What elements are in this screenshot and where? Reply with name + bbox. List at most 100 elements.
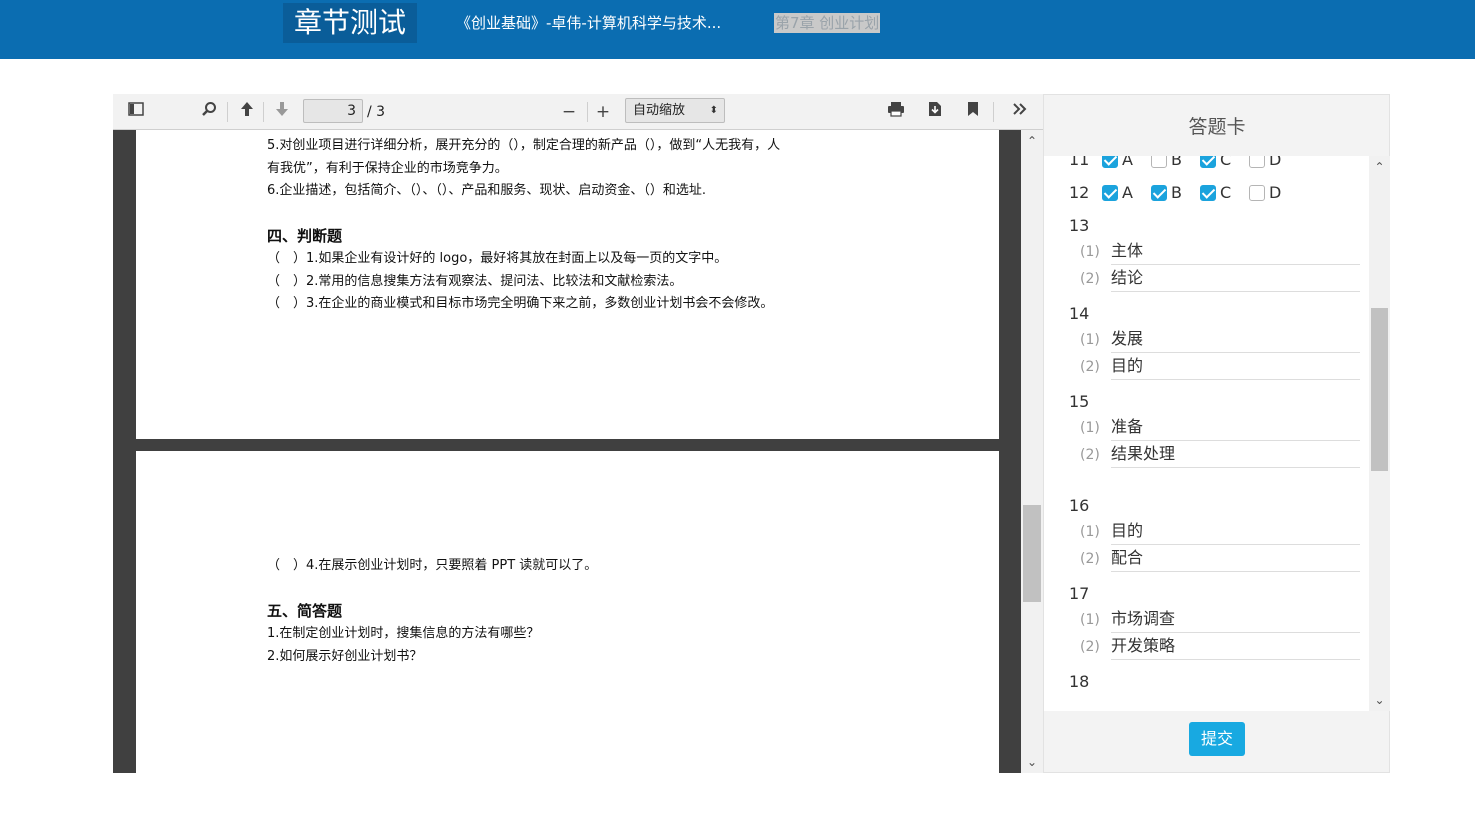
answer-card-title: 答题卡: [1188, 116, 1246, 138]
search-icon[interactable]: [197, 100, 221, 124]
checkbox-icon[interactable]: [1249, 185, 1265, 201]
option-label: C: [1220, 156, 1232, 169]
blank-index: (1): [1080, 612, 1100, 628]
pdf-text-line: （ ）3.在企业的商业模式和目标市场完全明确下来之前，多数创业计划书会不会修改。: [267, 296, 774, 311]
option-label: D: [1269, 156, 1282, 169]
pdf-text-line: （ ）2.常用的信息搜集方法有观察法、提问法、比较法和文献检索法。: [267, 274, 683, 289]
pdf-scrollbar[interactable]: ⌃ ⌄: [1021, 130, 1043, 773]
question-number: 17: [1069, 584, 1090, 603]
double-chevron-icon[interactable]: [1008, 100, 1032, 124]
top-header: 章节测试 《创业基础》-卓伟-计算机科学与技术... 第7章 创业计划: [0, 0, 1475, 59]
pdf-text-line: 5.对创业项目进行详细分析，展开充分的（），制定合理的新产品（），做到“人无我有…: [267, 138, 781, 153]
pdf-text-line: 2.如何展示好创业计划书？: [267, 649, 423, 664]
blank-answer-row: (2) 开发策略: [1080, 634, 1360, 661]
checkbox-checked-icon[interactable]: [1200, 156, 1216, 168]
option-label: B: [1171, 156, 1182, 169]
blank-answer-input[interactable]: 目的: [1111, 355, 1360, 380]
blank-answer-input[interactable]: 配合: [1111, 547, 1360, 572]
pdf-text-line: （ ）4.在展示创业计划时，只要照着 PPT 读就可以了。: [267, 558, 598, 573]
checkbox-checked-icon[interactable]: [1102, 156, 1118, 168]
pdf-text-line: 有我优”，有利于保持企业的市场竞争力。: [267, 161, 508, 176]
blank-answer-input[interactable]: 开发策略: [1111, 635, 1360, 660]
blank-answer-row: (1) 主体: [1080, 239, 1360, 266]
blank-index: (1): [1080, 332, 1100, 348]
blank-index: (2): [1080, 639, 1100, 655]
pdf-section-heading: 五、简答题: [267, 602, 343, 620]
option-label: A: [1122, 156, 1133, 169]
blank-answer-row: (2) 结论: [1080, 266, 1360, 293]
blank-answer-row: (1) 目的: [1080, 519, 1360, 546]
chevron-down-icon[interactable]: ⌄: [1369, 691, 1390, 709]
chevron-up-icon[interactable]: ⌃: [1021, 132, 1043, 150]
select-arrows-icon: ⬍: [709, 105, 718, 116]
course-title: 《创业基础》-卓伟-计算机科学与技术...: [456, 14, 722, 32]
answer-card-scrollbar[interactable]: ⌃ ⌄: [1369, 156, 1390, 711]
download-icon[interactable]: [923, 100, 947, 124]
option-label: B: [1171, 183, 1182, 202]
question-number: 16: [1069, 496, 1090, 515]
blank-answer-row: (1) 发展: [1080, 327, 1360, 354]
blank-index: (1): [1080, 420, 1100, 436]
page-title: 章节测试: [283, 3, 418, 43]
blank-answer-row: (1) 准备: [1080, 415, 1360, 442]
toolbar-separator: [993, 102, 994, 122]
page-count: / 3: [367, 104, 386, 120]
answer-card-body[interactable]: ⌃ ⌄ 11 A B C D 12 A B C D 13 (1) 主体 (2) 结论 14 (1) 发展 (2) 目的…: [1044, 156, 1390, 711]
pdf-pages[interactable]: 5.对创业项目进行详细分析，展开充分的（），制定合理的新产品（），做到“人无我有…: [113, 130, 1021, 773]
checkbox-checked-icon[interactable]: [1200, 185, 1216, 201]
pdf-viewer: 3 / 3 − + 自动缩放 ⬍ 5.对创业项目进行详细分析，展开充分的（），制…: [113, 94, 1043, 773]
pdf-toolbar: 3 / 3 − + 自动缩放 ⬍: [113, 94, 1043, 130]
option-label: D: [1269, 183, 1282, 202]
chapter-title: 第7章 创业计划: [774, 13, 881, 33]
pdf-text-line: 6.企业描述，包括简介、（）、（）、产品和服务、现状、启动资金、（）和选址.: [267, 183, 707, 198]
answer-card: 答题卡 ⌃ ⌄ 11 A B C D 12 A B C D 13 (1) 主体 (2) 结论 14 (1) 发展(…: [1043, 94, 1390, 773]
bookmark-icon[interactable]: [961, 100, 985, 124]
blank-index: (2): [1080, 551, 1100, 567]
scrollbar-thumb[interactable]: [1371, 308, 1388, 471]
sidebar-toggle-icon[interactable]: [124, 100, 148, 124]
blank-answer-row: (2) 结果处理: [1080, 442, 1360, 469]
arrow-up-icon[interactable]: [235, 100, 259, 124]
checkbox-checked-icon[interactable]: [1102, 185, 1118, 201]
scrollbar-thumb[interactable]: [1023, 505, 1041, 602]
pdf-page: 5.对创业项目进行详细分析，展开充分的（），制定合理的新产品（），做到“人无我有…: [136, 130, 999, 439]
pdf-text-line: （ ）1.如果企业有设计好的 logo，最好将其放在封面上以及每一页的文字中。: [267, 251, 728, 266]
zoom-in-button[interactable]: +: [591, 100, 615, 124]
page-number-input[interactable]: 3: [303, 99, 363, 123]
zoom-out-button[interactable]: −: [557, 100, 581, 124]
question-number: 12: [1069, 183, 1090, 202]
blank-index: (2): [1080, 359, 1100, 375]
blank-index: (1): [1080, 244, 1100, 260]
checkbox-icon[interactable]: [1249, 156, 1265, 168]
blank-answer-input[interactable]: 准备: [1111, 416, 1360, 441]
zoom-value: 自动缩放: [633, 103, 686, 118]
blank-index: (2): [1080, 271, 1100, 287]
printer-icon[interactable]: [884, 100, 908, 124]
option-label: A: [1122, 183, 1133, 202]
blank-index: (1): [1080, 524, 1100, 540]
blank-answer-input[interactable]: 主体: [1111, 240, 1360, 265]
blank-answer-row: (1) 市场调查: [1080, 607, 1360, 634]
checkbox-checked-icon[interactable]: [1151, 185, 1167, 201]
blank-answer-input[interactable]: 市场调查: [1111, 608, 1360, 633]
option-label: C: [1220, 183, 1232, 202]
chevron-up-icon[interactable]: ⌃: [1369, 158, 1390, 176]
blank-answer-row: (2) 目的: [1080, 354, 1360, 381]
arrow-down-icon[interactable]: [270, 100, 294, 124]
zoom-select[interactable]: 自动缩放 ⬍: [625, 98, 725, 123]
blank-answer-input[interactable]: 目的: [1111, 520, 1360, 545]
submit-button[interactable]: 提交: [1189, 722, 1245, 756]
blank-answer-input[interactable]: 结论: [1111, 267, 1360, 292]
question-number: 11: [1069, 156, 1090, 169]
blank-index: (2): [1080, 447, 1100, 463]
blank-answer-input[interactable]: 发展: [1111, 328, 1360, 353]
blank-answer-row: (2) 配合: [1080, 546, 1360, 573]
checkbox-icon[interactable]: [1151, 156, 1167, 168]
pdf-section-heading: 四、判断题: [267, 227, 343, 245]
blank-answer-input[interactable]: 结果处理: [1111, 443, 1360, 468]
question-number: 15: [1069, 392, 1090, 411]
question-number: 14: [1069, 304, 1090, 323]
pdf-text-line: 1.在制定创业计划时，搜集信息的方法有哪些？: [267, 626, 540, 641]
pdf-page: （ ）4.在展示创业计划时，只要照着 PPT 读就可以了。 五、简答题 1.在制…: [136, 451, 999, 773]
chevron-down-icon[interactable]: ⌄: [1021, 753, 1043, 771]
